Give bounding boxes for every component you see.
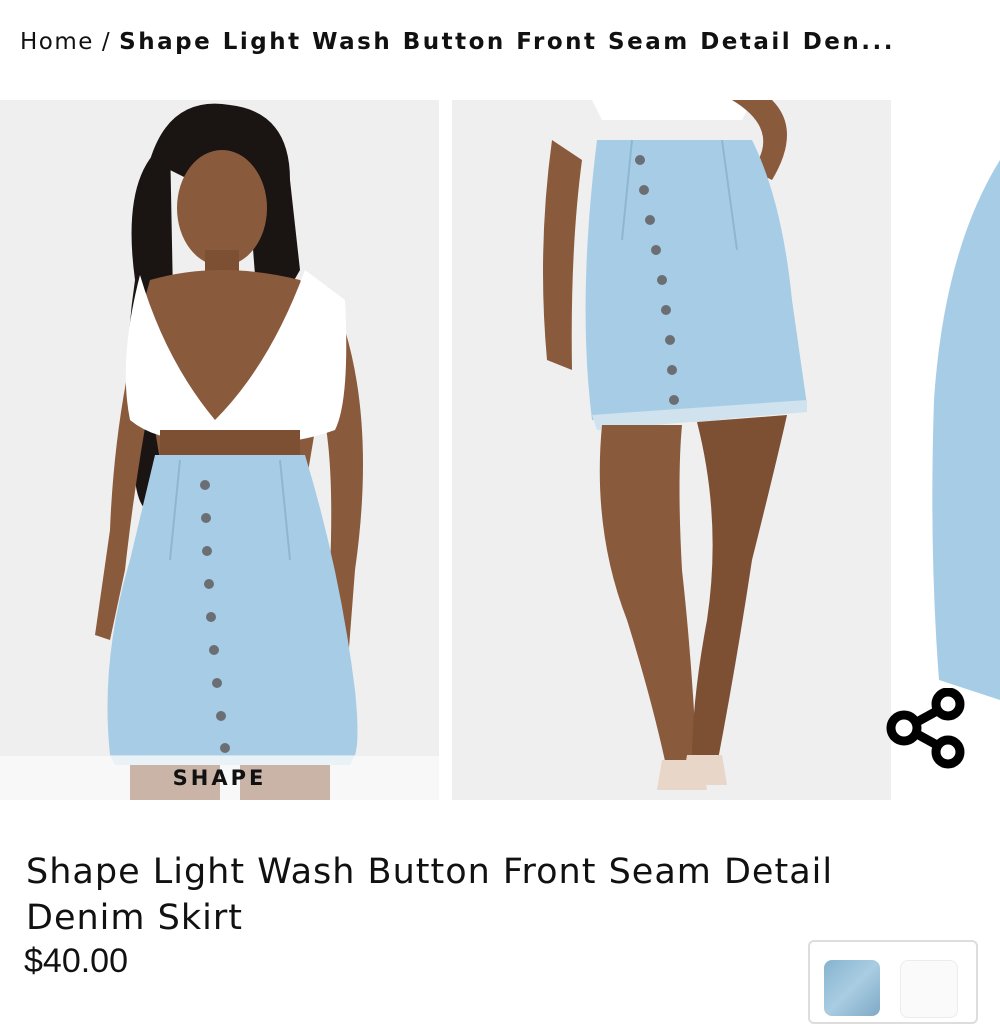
model-front-illustration xyxy=(0,100,439,800)
share-icon xyxy=(886,687,965,769)
swatch-white[interactable] xyxy=(900,960,958,1018)
product-image-gallery[interactable]: SHAPE xyxy=(0,100,1000,800)
product-image-1[interactable]: SHAPE xyxy=(0,100,439,800)
product-image-2[interactable] xyxy=(452,100,891,800)
share-button[interactable] xyxy=(884,687,970,770)
breadcrumb-separator: / xyxy=(101,29,112,55)
breadcrumb-home-link[interactable]: Home xyxy=(20,29,94,55)
breadcrumb: Home / Shape Light Wash Button Front Sea… xyxy=(20,26,895,58)
product-price: $40.00 xyxy=(24,942,128,980)
brand-tag: SHAPE xyxy=(0,756,439,800)
product-title: Shape Light Wash Button Front Seam Detai… xyxy=(26,852,834,939)
swatch-light-wash[interactable] xyxy=(824,960,880,1016)
color-swatch-group xyxy=(808,940,978,1024)
breadcrumb-current: Shape Light Wash Button Front Seam Detai… xyxy=(119,29,895,55)
skirt-closeup-illustration xyxy=(452,100,891,800)
